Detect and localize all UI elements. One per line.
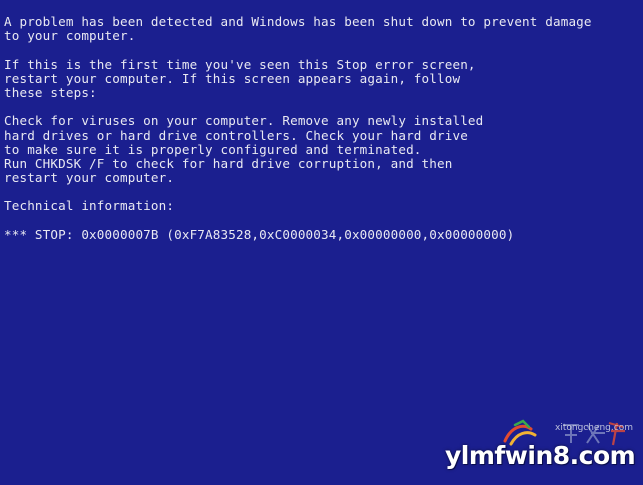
message-line: to make sure it is properly configured a… xyxy=(4,141,422,157)
watermark-subtext: xitongcheng.com xyxy=(555,423,633,433)
message-line: hard drives or hard drive controllers. C… xyxy=(4,127,468,143)
watermark: xitongcheng.com ylmfwin8.com xyxy=(445,417,636,477)
message-line: A problem has been detected and Windows … xyxy=(4,14,592,29)
message-line: Check for viruses on your computer. Remo… xyxy=(4,113,484,129)
bsod-message: A problem has been detected and Windows … xyxy=(4,14,634,242)
message-line: restart your computer. If this screen ap… xyxy=(4,70,461,86)
message-line: these steps: xyxy=(4,84,97,100)
stop-code: *** STOP: 0x0000007B (0xF7A83528,0xC0000… xyxy=(4,226,515,242)
bsod-screen: A problem has been detected and Windows … xyxy=(0,0,643,485)
message-line: restart your computer. xyxy=(4,170,175,186)
technical-heading: Technical information: xyxy=(4,198,175,214)
message-line: Run CHKDSK /F to check for hard drive co… xyxy=(4,155,453,171)
message-line: If this is the first time you've seen th… xyxy=(4,56,476,72)
watermark-text: ylmfwin8.com xyxy=(445,441,636,470)
message-line: to your computer. xyxy=(4,28,136,44)
